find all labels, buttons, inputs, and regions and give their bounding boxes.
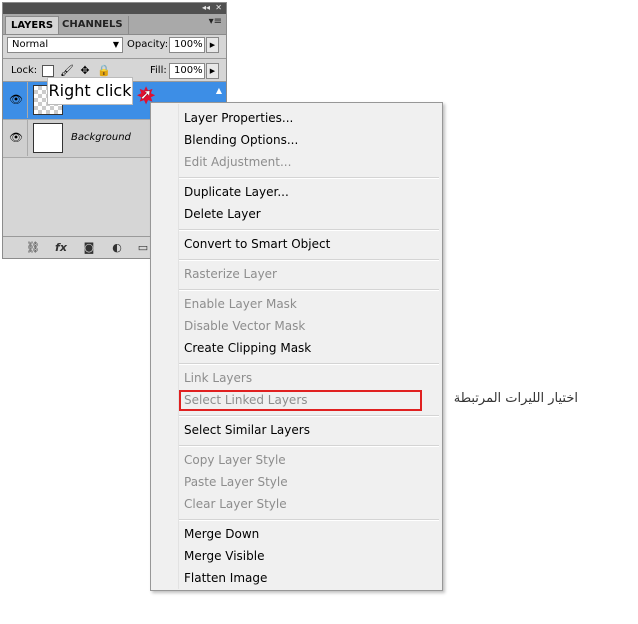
menu-item-enable-layer-mask[interactable]: Enable Layer Mask (184, 293, 439, 315)
close-icon[interactable]: ✕ (215, 3, 222, 13)
adjustment-icon[interactable]: ◐ (109, 241, 125, 255)
eye-icon[interactable]: 👁 (7, 82, 25, 118)
menu-item-merge-visible[interactable]: Merge Visible (184, 545, 439, 567)
fill-slider-button[interactable]: ▶ (206, 63, 219, 79)
scroll-up-icon[interactable]: ▲ (216, 86, 222, 95)
cursor-icon: ➚ (140, 87, 152, 103)
menu-item-duplicate-layer[interactable]: Duplicate Layer... (184, 181, 439, 203)
menu-separator (179, 177, 439, 179)
panel-menu-icon[interactable]: ▾≡ (209, 16, 222, 27)
menu-separator (179, 259, 439, 261)
menu-item-blending-options[interactable]: Blending Options... (184, 129, 439, 151)
menu-item-convert-to-smart-object[interactable]: Convert to Smart Object (184, 233, 439, 255)
menu-item-rasterize-layer[interactable]: Rasterize Layer (184, 263, 439, 285)
fx-icon[interactable]: fx (53, 241, 69, 255)
menu-item-paste-layer-style[interactable]: Paste Layer Style (184, 471, 439, 493)
link-icon[interactable]: ⛓ (25, 241, 41, 255)
menu-item-select-similar-layers[interactable]: Select Similar Layers (184, 419, 439, 441)
brush-icon[interactable]: 🖌 (60, 65, 74, 77)
opacity-label: Opacity: (127, 39, 169, 50)
lock-transparent-icon[interactable] (42, 65, 54, 77)
menu-item-disable-vector-mask[interactable]: Disable Vector Mask (184, 315, 439, 337)
opacity-input[interactable]: 100% (169, 37, 205, 53)
menu-separator (179, 519, 439, 521)
layer-thumbnail (33, 123, 63, 153)
divider (27, 120, 28, 156)
move-icon[interactable]: ✥ (79, 65, 91, 77)
panel-title-bar[interactable]: ◂◂ ✕ (3, 3, 226, 14)
lock-icon[interactable]: 🔒 (97, 65, 111, 77)
fill-input[interactable]: 100% (169, 63, 205, 79)
menu-item-flatten-image[interactable]: Flatten Image (184, 567, 439, 589)
fill-label: Fill: (150, 65, 167, 76)
lock-label: Lock: (11, 65, 38, 76)
menu-item-layer-properties[interactable]: Layer Properties... (184, 107, 439, 129)
eye-icon[interactable]: 👁 (7, 120, 25, 156)
menu-item-clear-layer-style[interactable]: Clear Layer Style (184, 493, 439, 515)
menu-item-edit-adjustment[interactable]: Edit Adjustment... (184, 151, 439, 173)
menu-item-merge-down[interactable]: Merge Down (184, 523, 439, 545)
menu-item-link-layers[interactable]: Link Layers (184, 367, 439, 389)
menu-separator (179, 415, 439, 417)
divider (27, 82, 28, 118)
layer-name[interactable]: Background (71, 120, 131, 156)
chevron-down-icon: ▼ (112, 40, 119, 49)
mask-icon[interactable]: ◙ (81, 241, 97, 255)
annotation-label: اختيار الليرات المرتبطة (453, 391, 578, 406)
menu-separator (179, 229, 439, 231)
tab-channels[interactable]: CHANNELS (57, 16, 129, 34)
menu-item-delete-layer[interactable]: Delete Layer (184, 203, 439, 225)
blend-mode-value: Normal (12, 39, 49, 50)
group-icon[interactable]: ▭ (135, 241, 151, 255)
tab-layers[interactable]: LAYERS (5, 16, 60, 34)
divider (3, 58, 226, 59)
menu-item-create-clipping-mask[interactable]: Create Clipping Mask (184, 337, 439, 359)
menu-item-copy-layer-style[interactable]: Copy Layer Style (184, 449, 439, 471)
menu-separator (179, 445, 439, 447)
panel-tab-row: LAYERS CHANNELS ▾≡ (3, 14, 226, 35)
context-menu: Layer Properties... Blending Options... … (150, 102, 443, 591)
highlight-box (179, 390, 422, 411)
menu-separator (179, 363, 439, 365)
opacity-slider-button[interactable]: ▶ (206, 37, 219, 53)
blend-mode-select[interactable]: Normal ▼ (7, 37, 123, 53)
menu-separator (179, 289, 439, 291)
collapse-icon[interactable]: ◂◂ (202, 3, 210, 13)
right-click-callout: Right click (47, 77, 133, 105)
